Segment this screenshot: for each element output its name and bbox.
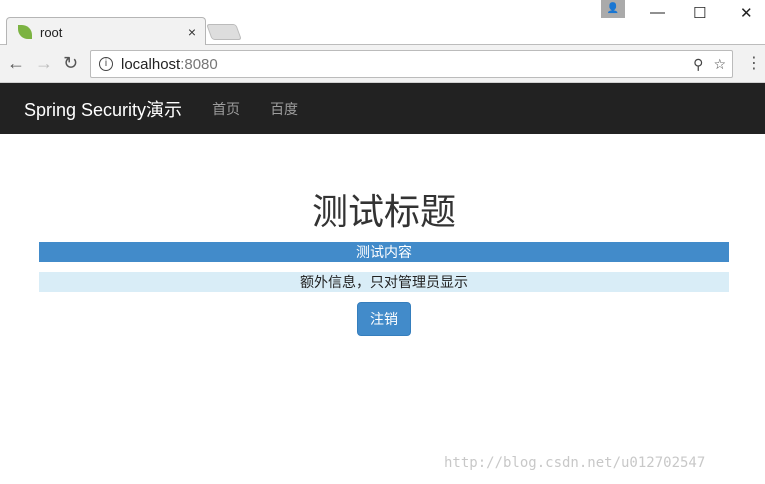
star-icon[interactable]: ☆: [713, 56, 726, 73]
watermark: http://blog.csdn.net/u012702547: [444, 455, 706, 471]
nav-link-home[interactable]: 首页: [212, 99, 240, 119]
new-tab-button[interactable]: [206, 24, 242, 40]
spring-leaf-icon: [18, 25, 32, 39]
info-icon[interactable]: i: [99, 57, 113, 71]
menu-icon[interactable]: ⋮: [746, 53, 762, 73]
page-title: 测试标题: [311, 191, 456, 232]
tab-close-icon[interactable]: ×: [188, 24, 196, 40]
browser-tab-content[interactable]: root ×: [18, 24, 196, 40]
main-content: 测试标题 测试内容 额外信息，只对管理员显示 注销: [0, 190, 765, 336]
content-bar: 测试内容: [39, 242, 729, 262]
browser-toolbar: ← → ↻ i localhost:8080 ⚲ ☆ ⋮: [0, 45, 765, 83]
forward-icon[interactable]: →: [35, 53, 53, 74]
minimize-button[interactable]: —: [650, 4, 665, 21]
url-host: localhost: [121, 55, 181, 73]
close-window-button[interactable]: ✕: [740, 4, 753, 22]
logout-button[interactable]: 注销: [357, 302, 411, 336]
address-bar[interactable]: i localhost:8080 ⚲ ☆: [90, 50, 733, 78]
tab-title: root: [40, 24, 63, 40]
reload-icon[interactable]: ↻: [63, 53, 78, 74]
profile-icon[interactable]: 👤: [601, 0, 625, 18]
browser-titlebar: root × 👤 — ☐ ✕: [0, 0, 765, 46]
navbar-brand[interactable]: Spring Security演示: [24, 96, 182, 122]
admin-info-bar: 额外信息，只对管理员显示: [39, 272, 729, 292]
nav-link-baidu[interactable]: 百度: [270, 99, 298, 119]
back-icon[interactable]: ←: [7, 53, 25, 74]
maximize-button[interactable]: ☐: [693, 4, 706, 22]
url-port: :8080: [180, 55, 218, 73]
key-icon[interactable]: ⚲: [693, 56, 703, 73]
navbar: Spring Security演示 首页 百度: [0, 83, 765, 134]
